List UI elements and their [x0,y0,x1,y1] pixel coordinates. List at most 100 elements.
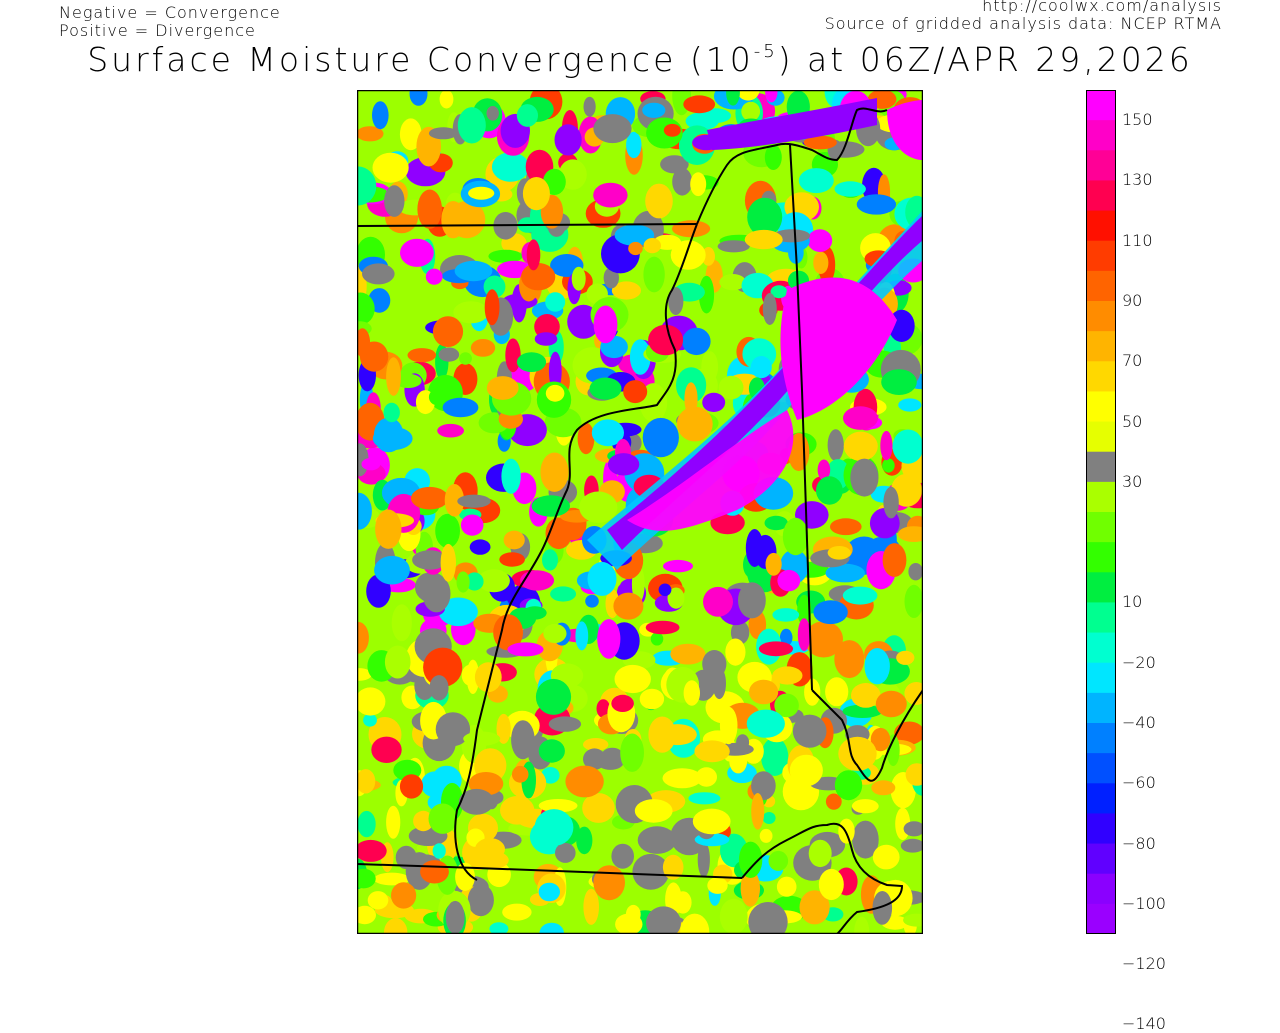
field-blob [611,843,634,869]
color-scale-segment [1086,90,1116,121]
field-blob [818,868,844,901]
legend-negative-text: Negative = Convergence [59,3,281,22]
color-scale-segment [1086,512,1116,543]
color-scale-segment [1086,361,1116,393]
field-blob [614,664,651,694]
field-blob [881,369,917,395]
field-blob [658,583,672,597]
field-blob [459,352,472,365]
color-scale-segments [1086,90,1116,934]
field-blob [797,618,811,652]
field-blob [550,586,577,602]
color-scale-tick-label: 30 [1122,471,1143,491]
field-blob [703,586,733,617]
field-blob [428,127,458,140]
color-scale-segment [1086,331,1116,362]
color-scale-segment [1086,723,1116,754]
field-blob [634,799,673,823]
field-blob [672,167,693,196]
field-blob [717,240,750,253]
color-scale-segment [1086,602,1116,634]
field-blob [535,678,572,715]
field-blob [830,518,862,536]
legend-positive-text: Positive = Divergence [59,21,256,40]
field-blob [762,812,776,824]
field-blob [374,555,410,585]
field-blob [463,731,501,746]
color-scale-segment [1086,662,1116,694]
field-blob [765,552,782,576]
field-blob [575,621,589,651]
color-scale-tick-label: 130 [1122,170,1153,190]
field-blob [813,600,848,625]
field-blob [486,376,519,400]
color-scale-tick-label: −20 [1122,652,1156,672]
field-blob [648,324,684,356]
color-scale-tick-label: −100 [1122,893,1166,913]
field-blob [531,495,570,517]
color-scale-segment [1086,150,1116,182]
source-block: http://coolwx.com/analysis Source of gri… [825,0,1222,33]
field-blob [363,713,377,727]
field-blob [516,352,547,372]
field-blob [643,256,665,293]
field-blob [658,724,697,746]
legend-note: Negative = Convergence Positive = Diverg… [59,4,281,40]
field-blob [792,714,827,748]
field-blob [484,289,500,326]
color-scale-segment [1086,843,1116,875]
color-scale-segment [1086,120,1116,151]
field-blob [386,357,401,396]
field-blob [407,348,437,363]
source-url: http://coolwx.com/analysis [982,0,1222,15]
field-blob [467,884,494,917]
field-blob [628,241,643,256]
field-blob [435,513,460,548]
color-scale-segment [1086,753,1116,784]
field-blob [593,865,625,901]
field-blob [538,882,560,902]
field-blob [428,389,446,406]
field-blob [772,608,800,622]
field-blob [375,509,402,549]
field-blob [816,476,843,505]
field-blob [555,842,576,863]
field-blob [593,305,618,344]
field-blob [502,903,532,921]
field-blob [825,677,849,707]
field-blob [384,185,405,217]
field-blob [439,90,454,109]
field-blob [762,293,777,325]
field-blob [718,375,744,400]
field-blob [842,586,878,605]
field-blob [707,877,728,894]
field-blob [702,650,727,678]
field-blob [522,177,550,211]
field-blob [807,229,833,253]
field-blob [486,106,499,121]
field-blob [548,716,582,732]
field-blob [453,301,489,324]
field-blob [834,770,863,801]
field-blob [692,808,731,835]
field-blob [503,530,525,550]
field-blob [751,793,765,830]
color-scale-segment [1086,210,1116,242]
field-blob [587,561,617,596]
field-blob [545,292,566,312]
color-scale-segment [1086,301,1116,332]
field-blob [445,900,465,934]
field-blob [454,260,493,282]
field-blob [384,645,411,679]
field-blob [589,377,622,400]
field-blob [875,690,907,718]
field-blob [904,584,923,618]
field-blob [571,266,586,291]
field-blob [440,543,456,582]
field-blob [499,552,525,567]
field-blob [808,839,832,868]
color-scale-segment [1086,240,1116,272]
field-blob [843,406,878,430]
color-scale-segment [1086,451,1116,483]
color-scale-tick-label: 110 [1122,230,1153,250]
